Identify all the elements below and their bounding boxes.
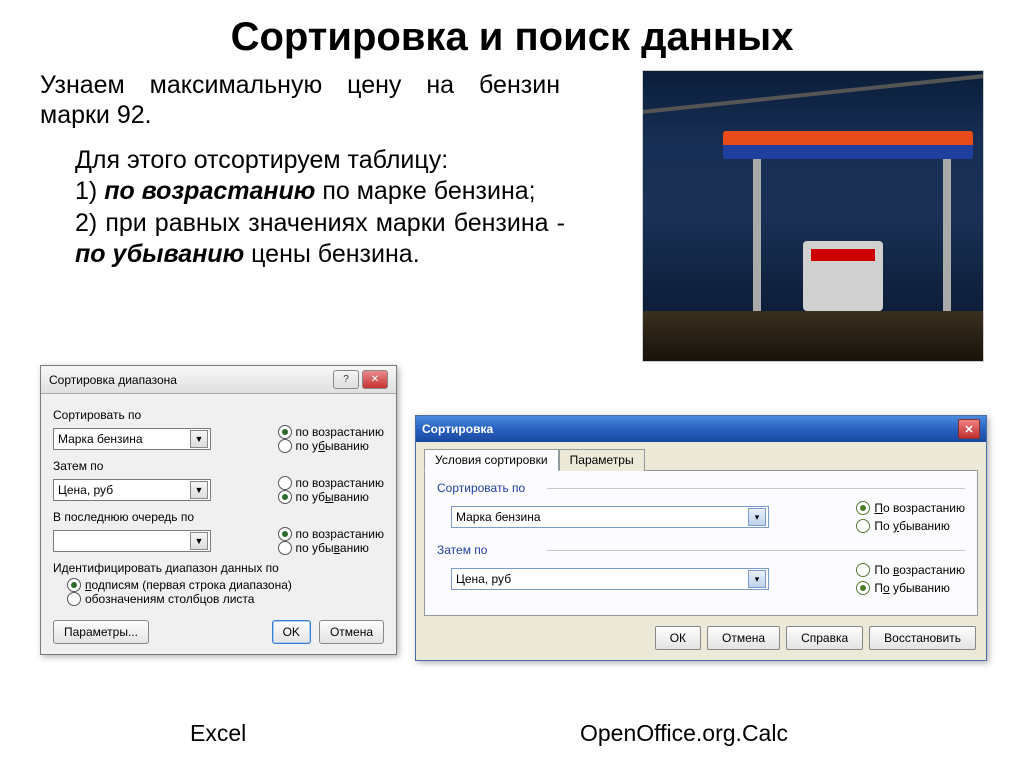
ok-button[interactable]: OK	[272, 620, 311, 644]
oo-radio-desc-2[interactable]: По убыванию	[856, 581, 965, 595]
excel-titlebar: Сортировка диапазона ? ✕	[41, 366, 396, 394]
chevron-down-icon: ▾	[748, 570, 766, 588]
sort-by-label: Сортировать по	[53, 408, 384, 422]
oo-then-by-label: Затем по	[437, 543, 965, 557]
slide-title: Сортировка и поиск данных	[40, 15, 984, 60]
oo-radio-asc-2[interactable]: По возрастанию	[856, 563, 965, 577]
oo-radio-desc-1[interactable]: По убыванию	[856, 519, 965, 533]
caption-excel: Excel	[190, 720, 246, 747]
identify-label: Идентифицировать диапазон данных по	[53, 561, 384, 575]
oo-help-button[interactable]: Справка	[786, 626, 863, 650]
excel-title-text: Сортировка диапазона	[49, 373, 177, 387]
chevron-down-icon: ▼	[190, 481, 208, 499]
oo-then-by-combo[interactable]: Цена, руб ▾	[451, 568, 769, 590]
ident-labels-radio[interactable]: подписям (первая строка диапазона)	[67, 578, 384, 592]
ident-columns-radio[interactable]: обозначениям столбцов листа	[67, 592, 384, 606]
close-icon[interactable]: ✕	[362, 370, 388, 389]
radio-asc-2[interactable]: по возрастанию	[278, 476, 385, 490]
oo-radio-asc-1[interactable]: По возрастанию	[856, 501, 965, 515]
intro-text: Узнаем максимальную цену на бензин марки…	[40, 70, 560, 130]
chevron-down-icon: ▼	[190, 532, 208, 550]
radio-desc-3[interactable]: по убыванию	[278, 541, 385, 555]
last-by-combo[interactable]: ▼	[53, 530, 211, 552]
params-button[interactable]: Параметры...	[53, 620, 149, 644]
oo-ok-button[interactable]: ОК	[655, 626, 701, 650]
then-by-combo[interactable]: Цена, руб ▼	[53, 479, 211, 501]
close-icon[interactable]: ✕	[958, 419, 980, 439]
tab-sort-conditions[interactable]: Условия сортировки	[424, 449, 559, 471]
caption-openoffice: OpenOffice.org.Calc	[580, 720, 788, 747]
openoffice-sort-dialog: Сортировка ✕ Условия сортировки Параметр…	[415, 415, 987, 661]
oo-sort-by-label: Сортировать по	[437, 481, 965, 495]
step-1: 1) по возрастанию по марке бензина;	[75, 176, 565, 207]
radio-asc-1[interactable]: по возрастанию	[278, 425, 385, 439]
radio-desc-1[interactable]: по убыванию	[278, 439, 385, 453]
then-by-label: Затем по	[53, 459, 384, 473]
help-icon[interactable]: ?	[333, 370, 359, 389]
oo-sort-by-combo[interactable]: Марка бензина ▾	[451, 506, 769, 528]
oo-title-text: Сортировка	[422, 422, 493, 436]
excel-sort-dialog: Сортировка диапазона ? ✕ Сортировать по …	[40, 365, 397, 655]
oo-restore-button[interactable]: Восстановить	[869, 626, 976, 650]
last-by-label: В последнюю очередь по	[53, 510, 384, 524]
tab-parameters[interactable]: Параметры	[559, 449, 645, 471]
chevron-down-icon: ▼	[190, 430, 208, 448]
chevron-down-icon: ▾	[748, 508, 766, 526]
step-2: 2) при равных значениях марки бензина - …	[75, 208, 565, 271]
radio-desc-2[interactable]: по убыванию	[278, 490, 385, 504]
steps-lead: Для этого отсортируем таблицу:	[75, 145, 565, 176]
radio-asc-3[interactable]: по возрастанию	[278, 527, 385, 541]
sort-by-combo[interactable]: Марка бензина ▼	[53, 428, 211, 450]
cancel-button[interactable]: Отмена	[319, 620, 384, 644]
gas-station-photo	[642, 70, 984, 362]
oo-titlebar: Сортировка ✕	[416, 416, 986, 442]
steps-block: Для этого отсортируем таблицу: 1) по воз…	[75, 145, 565, 270]
oo-cancel-button[interactable]: Отмена	[707, 626, 780, 650]
